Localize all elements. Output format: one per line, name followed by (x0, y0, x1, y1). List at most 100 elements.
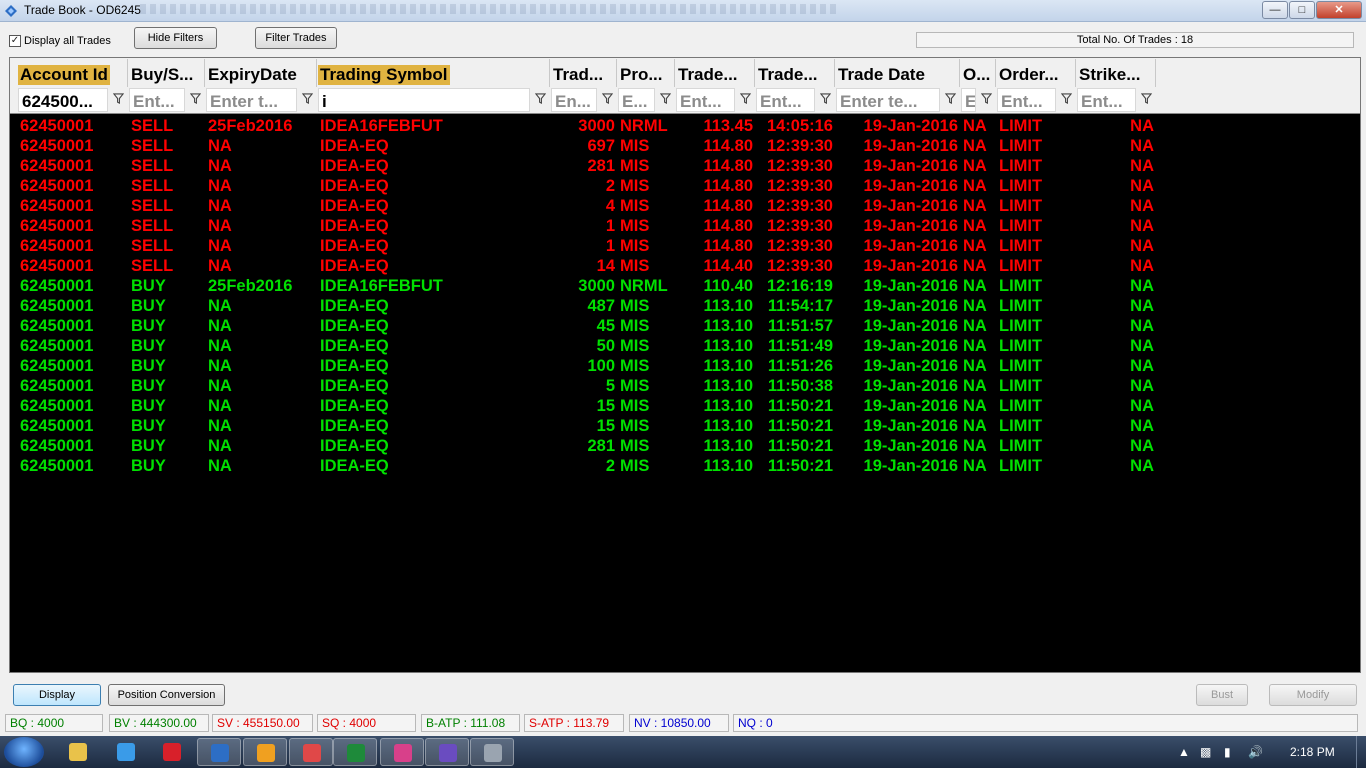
column-header-trade-price[interactable]: Trade... (676, 59, 755, 87)
cell-expiry-date: NA (208, 317, 232, 335)
table-row[interactable]: 62450001 BUY NA IDEA-EQ 2 MIS 113.10 11:50:21 19… (10, 456, 1360, 476)
filter-funnel-icon[interactable] (599, 91, 615, 109)
taskbar-app-icon-pink[interactable] (380, 738, 424, 766)
filter-funnel-icon[interactable] (817, 91, 833, 109)
filter-funnel-icon[interactable] (978, 91, 994, 109)
position-conversion-button[interactable]: Position Conversion (108, 684, 225, 706)
table-row[interactable]: 62450001 BUY NA IDEA-EQ 281 MIS 113.10 11:50:21… (10, 436, 1360, 456)
filter-input-trade-date[interactable]: Enter te... (836, 88, 940, 112)
table-row[interactable]: 62450001 SELL NA IDEA-EQ 4 MIS 114.80 12:39:30 1… (10, 196, 1360, 216)
column-header-account-id[interactable]: Account Id (18, 59, 128, 87)
table-row[interactable]: 62450001 BUY NA IDEA-EQ 100 MIS 113.10 11:51:26… (10, 356, 1360, 376)
table-row[interactable]: 62450001 BUY NA IDEA-EQ 15 MIS 113.10 11:50:21 1… (10, 416, 1360, 436)
column-header-buy-sell[interactable]: Buy/S... (129, 59, 205, 87)
modify-button[interactable]: Modify (1269, 684, 1357, 706)
filter-input-trade-time[interactable]: Ent... (756, 88, 815, 112)
filter-funnel-icon[interactable] (657, 91, 673, 109)
taskbar-opera-icon[interactable] (150, 738, 194, 766)
filter-input-trading-symbol[interactable]: i (318, 88, 530, 112)
filter-funnel-icon[interactable] (187, 91, 203, 109)
maximize-button[interactable]: □ (1289, 1, 1315, 19)
column-header-trade-qty[interactable]: Trad... (551, 59, 617, 87)
cell-expiry-date: NA (208, 157, 232, 175)
show-desktop-button[interactable] (1356, 736, 1366, 768)
clock-text[interactable]: 2:18 PM (1290, 745, 1335, 759)
tray-arrow-icon[interactable]: ▲ (1178, 745, 1190, 759)
filter-trades-button[interactable]: Filter Trades (255, 27, 337, 49)
filter-funnel-icon[interactable] (1138, 91, 1154, 109)
column-header-trading-symbol[interactable]: Trading Symbol (318, 59, 550, 87)
cell-order-type-o: NA (963, 257, 987, 275)
filter-input-order-type-o[interactable]: E (961, 88, 976, 112)
filter-funnel-icon[interactable] (532, 91, 548, 109)
table-row[interactable]: 62450001 BUY NA IDEA-EQ 15 MIS 113.10 11:50:21 1… (10, 396, 1360, 416)
cell-expiry-date: NA (208, 137, 232, 155)
hide-filters-button[interactable]: Hide Filters (134, 27, 217, 49)
table-row[interactable]: 62450001 BUY NA IDEA-EQ 45 MIS 113.10 11:51:57 1… (10, 316, 1360, 336)
taskbar-trading-app-icon[interactable] (197, 738, 241, 766)
cell-account-id: 62450001 (20, 377, 94, 395)
table-row[interactable]: 62450001 BUY NA IDEA-EQ 487 MIS 113.10 11:54:17… (10, 296, 1360, 316)
filter-input-buy-sell[interactable]: Ent... (129, 88, 185, 112)
table-row[interactable]: 62450001 BUY NA IDEA-EQ 50 MIS 113.10 11:51:49 1… (10, 336, 1360, 356)
cell-order-type: LIMIT (999, 217, 1043, 235)
taskbar-explorer-icon[interactable] (56, 738, 100, 766)
start-button[interactable] (4, 737, 44, 767)
signal-icon[interactable]: ▩ (1200, 745, 1211, 759)
cell-order-type-o: NA (963, 217, 987, 235)
column-header-expiry-date[interactable]: ExpiryDate (206, 59, 317, 87)
filter-funnel-icon[interactable] (110, 91, 126, 109)
taskbar-ie-icon[interactable] (104, 738, 148, 766)
cell-expiry-date: NA (208, 437, 232, 455)
taskbar-app-icon-triangle[interactable] (425, 738, 469, 766)
cell-product: NRML (620, 277, 668, 295)
table-row[interactable]: 62450001 BUY NA IDEA-EQ 5 MIS 113.10 11:50:38 19… (10, 376, 1360, 396)
filter-input-order-type[interactable]: Ent... (997, 88, 1056, 112)
taskbar-media-player-icon[interactable] (243, 738, 287, 766)
filter-input-trade-price[interactable]: Ent... (676, 88, 735, 112)
filter-funnel-icon[interactable] (942, 91, 958, 109)
table-row[interactable]: 62450001 BUY 25Feb2016 IDEA16FEBFUT 3000 NRML… (10, 276, 1360, 296)
table-row[interactable]: 62450001 SELL NA IDEA-EQ 1 MIS 114.80 12:39:30 1… (10, 216, 1360, 236)
filter-input-product[interactable]: E... (618, 88, 655, 112)
filter-funnel-icon[interactable] (1058, 91, 1074, 109)
column-header-trade-time[interactable]: Trade... (756, 59, 835, 87)
status-nq: NQ : 0 (733, 714, 1358, 732)
column-header-trade-date[interactable]: Trade Date (836, 59, 960, 87)
table-row[interactable]: 62450001 SELL 25Feb2016 IDEA16FEBFUT 3000 NRM… (10, 116, 1360, 136)
filter-input-strike-price[interactable]: Ent... (1077, 88, 1136, 112)
cell-trade-time: 11:51:49 (767, 337, 833, 355)
cell-order-type-o: NA (963, 377, 987, 395)
close-button[interactable]: ✕ (1316, 1, 1362, 19)
filter-funnel-icon[interactable] (299, 91, 315, 109)
cell-trade-date: 19-Jan-2016 (863, 417, 958, 435)
taskbar-excel-icon[interactable] (333, 738, 377, 766)
filter-input-account-id[interactable]: 624500... (18, 88, 108, 112)
display-all-checkbox[interactable]: ✓ (9, 35, 21, 47)
column-header-order-type-o[interactable]: O... (961, 59, 996, 87)
column-header-strike-price[interactable]: Strike... (1077, 59, 1156, 87)
cell-order-type-o: NA (963, 417, 987, 435)
taskbar-calculator-icon[interactable] (470, 738, 514, 766)
table-row[interactable]: 62450001 SELL NA IDEA-EQ 697 MIS 114.80 12:39:3… (10, 136, 1360, 156)
minimize-button[interactable]: — (1262, 1, 1288, 19)
cell-trade-price: 114.80 (703, 157, 753, 175)
filter-input-expiry-date[interactable]: Enter t... (206, 88, 297, 112)
cell-expiry-date: NA (208, 217, 232, 235)
battery-icon[interactable]: ▮ (1224, 745, 1231, 759)
table-row[interactable]: 62450001 SELL NA IDEA-EQ 14 MIS 114.40 12:39:30… (10, 256, 1360, 276)
column-header-order-type[interactable]: Order... (997, 59, 1076, 87)
table-row[interactable]: 62450001 SELL NA IDEA-EQ 2 MIS 114.80 12:39:30 1… (10, 176, 1360, 196)
display-button[interactable]: Display (13, 684, 101, 706)
column-header-product[interactable]: Pro... (618, 59, 675, 87)
table-row[interactable]: 62450001 SELL NA IDEA-EQ 281 MIS 114.80 12:39:3… (10, 156, 1360, 176)
cell-trade-qty: 4 (605, 197, 615, 215)
filter-input-trade-qty[interactable]: En... (551, 88, 597, 112)
filter-funnel-icon[interactable] (737, 91, 753, 109)
taskbar-chrome-icon[interactable] (289, 738, 333, 766)
table-row[interactable]: 62450001 SELL NA IDEA-EQ 1 MIS 114.80 12:39:30 1… (10, 236, 1360, 256)
volume-icon[interactable]: 🔊 (1248, 745, 1263, 759)
bust-button[interactable]: Bust (1196, 684, 1248, 706)
cell-buy-sell: SELL (131, 257, 174, 275)
cell-trade-date: 19-Jan-2016 (863, 357, 958, 375)
